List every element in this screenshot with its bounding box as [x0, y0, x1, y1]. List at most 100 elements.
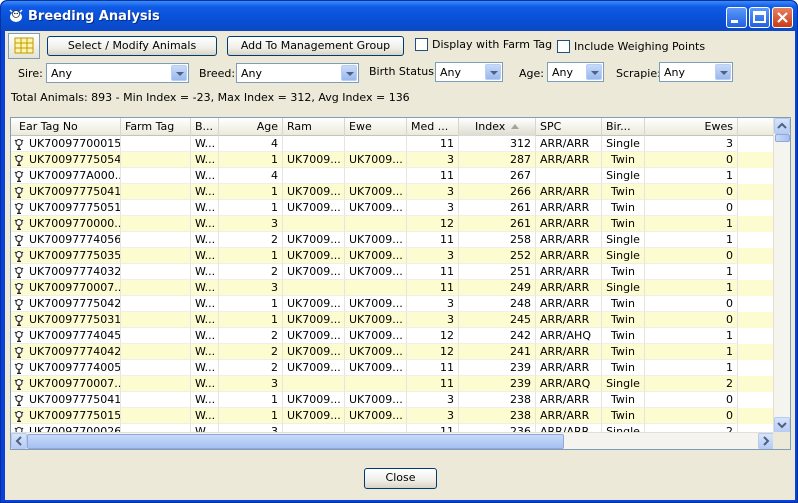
table-row[interactable]: UK700977740426 W... 2 UK7009... UK7009... 12 2… [11, 344, 774, 360]
table-row[interactable]: UK700977740453 W... 2 UK7009... UK7009... 12 2… [11, 328, 774, 344]
vertical-scroll-thumb[interactable] [775, 134, 790, 142]
chevron-down-icon[interactable] [715, 64, 731, 80]
cell-text: 1 [726, 345, 733, 358]
table-row[interactable]: UK7009770000... W... 3 12 261 ARR/ARR Twin 1 [11, 216, 774, 232]
cell-text: 3 [271, 217, 278, 230]
cell-col-index: 238 [459, 408, 536, 424]
cell-col-farm-tag [121, 152, 191, 168]
table-row[interactable]: UK700977740324 W... 2 UK7009... UK7009... 11 2… [11, 264, 774, 280]
scroll-down-button[interactable] [774, 417, 790, 433]
cell-col-med: 3 [407, 152, 459, 168]
table-row[interactable]: UK7009770007... W... 3 11 249 ARR/ARR Single 1 [11, 280, 774, 296]
cell-text: W... [195, 281, 216, 294]
table-row[interactable]: UK700977750157 W... 1 UK7009... UK7009... 3 23… [11, 408, 774, 424]
cell-text: W... [195, 345, 216, 358]
table-row[interactable]: UK700977750425 W... 1 UK7009... UK7009... 3 24… [11, 296, 774, 312]
cell-col-spc: ARR/ARR [536, 152, 602, 168]
cell-col-age: 3 [219, 216, 283, 232]
cell-text: 2 [271, 329, 278, 342]
table-row[interactable]: UK700977750417 W... 1 UK7009... UK7009... 3 26… [11, 184, 774, 200]
header-col-birth[interactable]: Bir... [602, 118, 645, 136]
cell-col-ear-tag: UK700977740567 [11, 232, 121, 248]
close-window-button[interactable] [772, 7, 793, 28]
cell-col-ewe: UK7009... [345, 232, 407, 248]
add-to-management-group-button[interactable]: Add To Management Group [227, 36, 404, 56]
header-col-ram[interactable]: Ram [283, 118, 345, 136]
scroll-right-button[interactable] [758, 433, 774, 449]
table-row[interactable]: UK700977750546 W... 1 UK7009... UK7009... 3 28… [11, 152, 774, 168]
breed-select[interactable]: Any [236, 63, 359, 83]
title-bar[interactable]: Breeding Analysis [1, 1, 797, 31]
cell-col-index: 258 [459, 232, 536, 248]
window-title: Breeding Analysis [28, 9, 160, 24]
maximize-button[interactable] [749, 7, 770, 28]
minimize-button[interactable] [726, 7, 747, 28]
header-col-farm-tag[interactable]: Farm Tag [121, 118, 191, 136]
select-modify-animals-button[interactable]: Select / Modify Animals [47, 36, 217, 56]
cell-col-birth: Single [602, 280, 645, 296]
cell-text: ARR/AHQ [540, 329, 591, 342]
table-row[interactable]: UK700977A000... W... 4 11 267 Single 1 [11, 168, 774, 184]
table-row[interactable]: UK7009770007... W... 3 11 239 ARR/ARQ Single 2 [11, 376, 774, 392]
header-col-ewes[interactable]: Ewes [645, 118, 738, 136]
cell-col-ewes: 0 [645, 392, 738, 408]
horizontal-scrollbar[interactable] [11, 432, 774, 449]
cell-col-ear-tag: UK700977750415 [11, 392, 121, 408]
header-col-ear-tag[interactable]: Ear Tag No [11, 118, 121, 136]
header-col-index[interactable]: Index [459, 118, 536, 136]
horizontal-scroll-thumb[interactable] [27, 434, 564, 449]
cell-text: 1 [726, 281, 733, 294]
header-col-spc[interactable]: SPC [536, 118, 602, 136]
table-row[interactable]: UK700977750518 W... 1 UK7009... UK7009... 3 26… [11, 200, 774, 216]
cell-text: 12 [440, 217, 454, 230]
breeding-analysis-window: Breeding Analysis Select / Modify Animal… [0, 0, 798, 503]
cell-col-ram [283, 280, 345, 296]
table-row[interactable]: UK700977750358 W... 1 UK7009... UK7009... 3 25… [11, 248, 774, 264]
sheep-icon [14, 411, 24, 422]
cell-col-index: 267 [459, 168, 536, 184]
checkbox-box[interactable] [415, 38, 428, 51]
header-col-breed[interactable]: B... [191, 118, 219, 136]
table-row[interactable]: UK700977740055 W... 2 UK7009... UK7009... 11 2… [11, 360, 774, 376]
scroll-up-button[interactable] [774, 118, 790, 134]
cell-text: UK7009... [287, 233, 341, 246]
header-col-ewe[interactable]: Ewe [345, 118, 407, 136]
cell-col-birth: Twin [602, 312, 645, 328]
table-row[interactable]: UK700977000150 W... 4 11 312 ARR/ARR Single 3 [11, 136, 774, 152]
maximize-icon [753, 11, 766, 23]
arrow-left-icon [15, 436, 22, 446]
cell-text: Twin [611, 393, 635, 406]
include-weighing-points-checkbox[interactable]: Include Weighing Points [557, 40, 705, 53]
cell-col-breed: W... [191, 280, 219, 296]
cell-col-ewe: UK7009... [345, 200, 407, 216]
header-col-med[interactable]: Med ... [407, 118, 459, 136]
sire-select[interactable]: Any [46, 63, 189, 83]
chevron-down-icon[interactable] [586, 64, 602, 80]
scroll-left-button[interactable] [11, 433, 27, 449]
cell-text: ARR/ARR [540, 409, 590, 422]
cell-text: Twin [611, 265, 635, 278]
close-button[interactable]: Close [364, 468, 437, 489]
age-select[interactable]: Any [547, 62, 604, 82]
header-label: Age [256, 120, 278, 133]
table-row[interactable]: UK700977750415 W... 1 UK7009... UK7009... 3 23… [11, 392, 774, 408]
cell-col-index: 248 [459, 296, 536, 312]
checkbox-box[interactable] [557, 40, 570, 53]
vertical-scrollbar[interactable] [773, 118, 790, 433]
breed-value: Any [241, 67, 263, 80]
cell-col-ram: UK7009... [283, 184, 345, 200]
table-row[interactable]: UK700977750317 W... 1 UK7009... UK7009... 3 24… [11, 312, 774, 328]
header-col-age[interactable]: Age [219, 118, 283, 136]
chevron-down-icon[interactable] [485, 64, 501, 80]
cell-col-index: 266 [459, 184, 536, 200]
cell-col-farm-tag [121, 184, 191, 200]
chevron-down-icon[interactable] [171, 65, 187, 81]
scrapie-select[interactable]: Any [659, 62, 733, 82]
table-row[interactable]: UK700977740567 W... 2 UK7009... UK7009... 11 2… [11, 232, 774, 248]
grid-view-button[interactable] [8, 33, 40, 59]
cell-col-birth: Twin [602, 392, 645, 408]
chevron-down-icon[interactable] [341, 65, 357, 81]
cell-col-age: 1 [219, 312, 283, 328]
birth-status-select[interactable]: Any [435, 62, 503, 82]
display-farm-tag-checkbox[interactable]: Display with Farm Tag [415, 38, 552, 51]
